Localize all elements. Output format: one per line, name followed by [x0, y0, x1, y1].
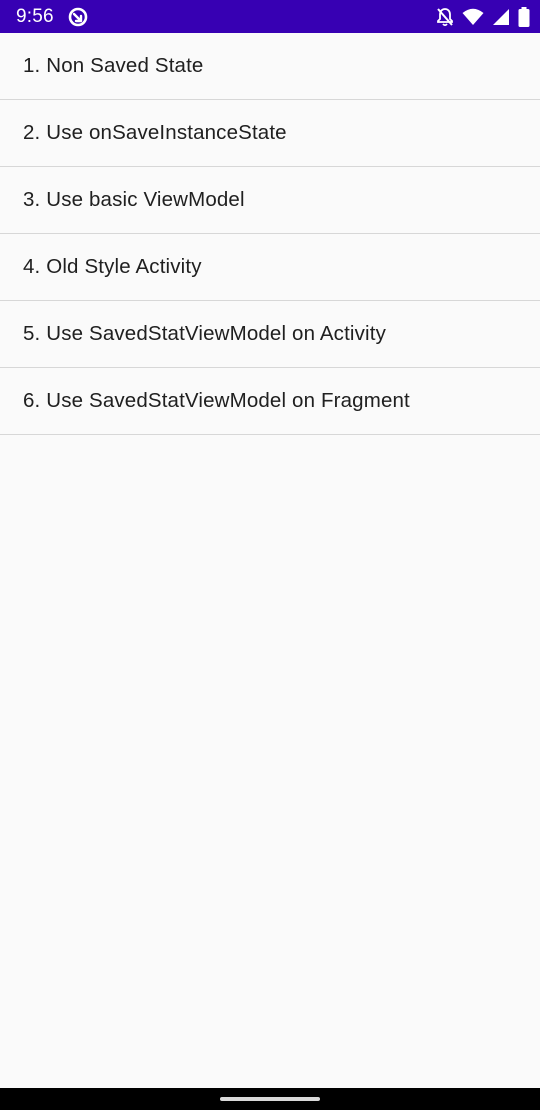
- home-handle[interactable]: [220, 1097, 320, 1101]
- status-time: 9:56: [16, 6, 54, 27]
- list-item-savedstate-viewmodel-fragment[interactable]: 6. Use SavedStatViewModel on Fragment: [0, 368, 540, 435]
- list-item-label: 5. Use SavedStatViewModel on Activity: [23, 322, 386, 345]
- list-item-basic-viewmodel[interactable]: 3. Use basic ViewModel: [0, 167, 540, 234]
- list-item-savedstate-viewmodel-activity[interactable]: 5. Use SavedStatViewModel on Activity: [0, 301, 540, 368]
- cell-signal-icon: [492, 8, 510, 26]
- list-item-non-saved-state[interactable]: 1. Non Saved State: [0, 33, 540, 100]
- wifi-icon: [462, 8, 484, 26]
- notifications-off-icon: [436, 7, 454, 27]
- navigation-bar: [0, 1088, 540, 1110]
- list-item-label: 3. Use basic ViewModel: [23, 188, 245, 211]
- list-item-label: 2. Use onSaveInstanceState: [23, 121, 287, 144]
- status-icons: [436, 6, 530, 28]
- list-item-label: 1. Non Saved State: [23, 54, 204, 77]
- battery-icon: [518, 7, 530, 27]
- list-item-old-style-activity[interactable]: 4. Old Style Activity: [0, 234, 540, 301]
- list-item-label: 6. Use SavedStatViewModel on Fragment: [23, 389, 410, 412]
- status-bar: 9:56: [0, 0, 540, 33]
- app-notification-icon: [68, 7, 88, 27]
- option-list: 1. Non Saved State 2. Use onSaveInstance…: [0, 33, 540, 435]
- list-item-label: 4. Old Style Activity: [23, 255, 202, 278]
- list-item-on-save-instance-state[interactable]: 2. Use onSaveInstanceState: [0, 100, 540, 167]
